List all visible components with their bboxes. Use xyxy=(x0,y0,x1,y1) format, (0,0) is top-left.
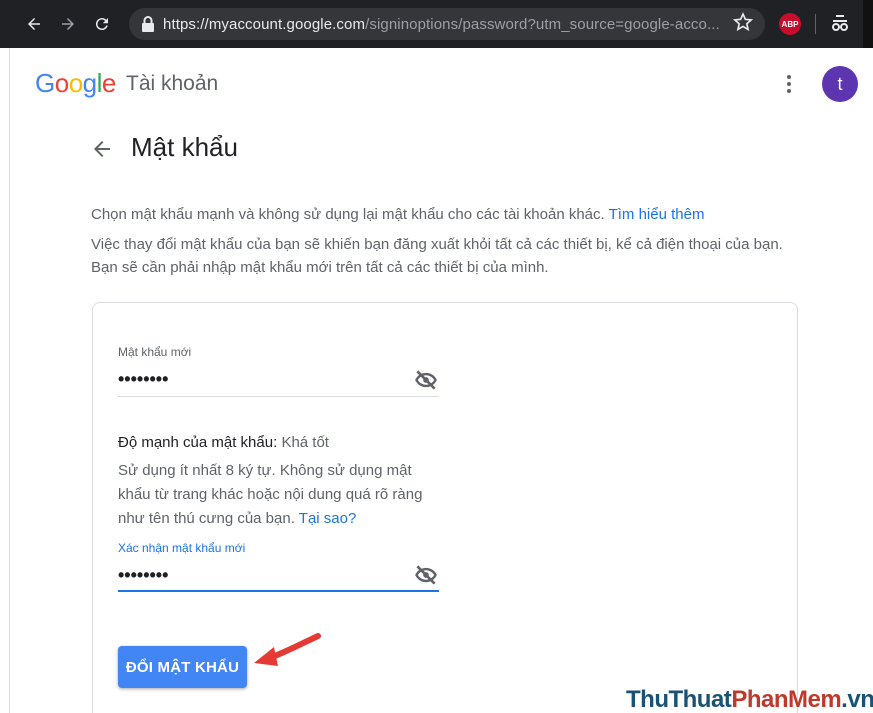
why-link[interactable]: Tại sao? xyxy=(299,510,357,527)
url-text: https://myaccount.google.com/signinoptio… xyxy=(163,16,720,33)
back-nav-icon[interactable] xyxy=(22,12,46,36)
visibility-off-icon[interactable] xyxy=(413,367,439,393)
toolbar-divider xyxy=(815,14,816,34)
page-title: Mật khẩu xyxy=(131,132,238,162)
annotation-arrow-icon xyxy=(254,633,321,666)
watermark-part: ThuThuat xyxy=(626,686,732,713)
forward-nav-icon[interactable] xyxy=(56,12,80,36)
change-password-button[interactable]: ĐỔI MẬT KHẨU xyxy=(118,646,247,688)
logo-letter: o xyxy=(54,68,69,98)
learn-more-link[interactable]: Tìm hiểu thêm xyxy=(609,206,705,223)
confirm-password-input[interactable]: •••••••• xyxy=(118,565,168,586)
visibility-off-icon[interactable] xyxy=(413,562,439,588)
adblock-extension-icon[interactable]: ABP xyxy=(779,13,801,35)
logo-letter: g xyxy=(82,68,97,98)
watermark-part: PhanMem xyxy=(731,686,842,713)
back-arrow-icon[interactable] xyxy=(90,137,114,161)
password-strength: Độ mạnh của mật khẩu: Khá tốt xyxy=(118,434,329,451)
new-password-input[interactable]: •••••••• xyxy=(118,369,168,390)
lock-icon xyxy=(142,16,154,32)
intro-text: Chọn mật khẩu mạnh và không sử dụng lại … xyxy=(91,203,704,227)
strength-value: Khá tốt xyxy=(281,434,329,451)
google-logo[interactable]: Google xyxy=(35,68,116,99)
signout-warning: Việc thay đổi mật khẩu của bạn sẽ khiến … xyxy=(91,236,783,276)
new-password-label: Mật khẩu mới xyxy=(118,345,192,359)
password-hint: Sử dụng ít nhất 8 ký tự. Không sử dụng m… xyxy=(118,459,438,531)
reload-icon[interactable] xyxy=(90,12,114,36)
logo-letter: e xyxy=(101,68,116,98)
toolbar-edge xyxy=(863,0,873,48)
hint-text: Sử dụng ít nhất 8 ký tự. Không sử dụng m… xyxy=(118,462,423,527)
watermark: ThuThuatPhanMem.vn xyxy=(626,686,873,713)
product-name: Tài khoản xyxy=(126,72,219,95)
new-password-underline xyxy=(118,396,439,397)
more-options-icon[interactable] xyxy=(780,72,798,96)
extension-icon[interactable] xyxy=(830,12,850,34)
watermark-part: .vn xyxy=(841,686,873,713)
logo-letter: o xyxy=(68,68,83,98)
address-bar[interactable]: https://myaccount.google.com/signinoptio… xyxy=(129,8,765,40)
intro-sentence: Chọn mật khẩu mạnh và không sử dụng lại … xyxy=(91,206,605,223)
confirm-password-label: Xác nhận mật khẩu mới xyxy=(118,541,246,555)
bookmark-star-icon[interactable] xyxy=(733,12,753,32)
avatar[interactable]: t xyxy=(822,66,858,102)
page-frame-border xyxy=(9,48,10,713)
strength-label: Độ mạnh của mật khẩu: xyxy=(118,434,278,451)
logo-letter: G xyxy=(35,68,55,98)
confirm-password-underline xyxy=(118,590,439,592)
browser-toolbar: https://myaccount.google.com/signinoptio… xyxy=(0,0,873,48)
